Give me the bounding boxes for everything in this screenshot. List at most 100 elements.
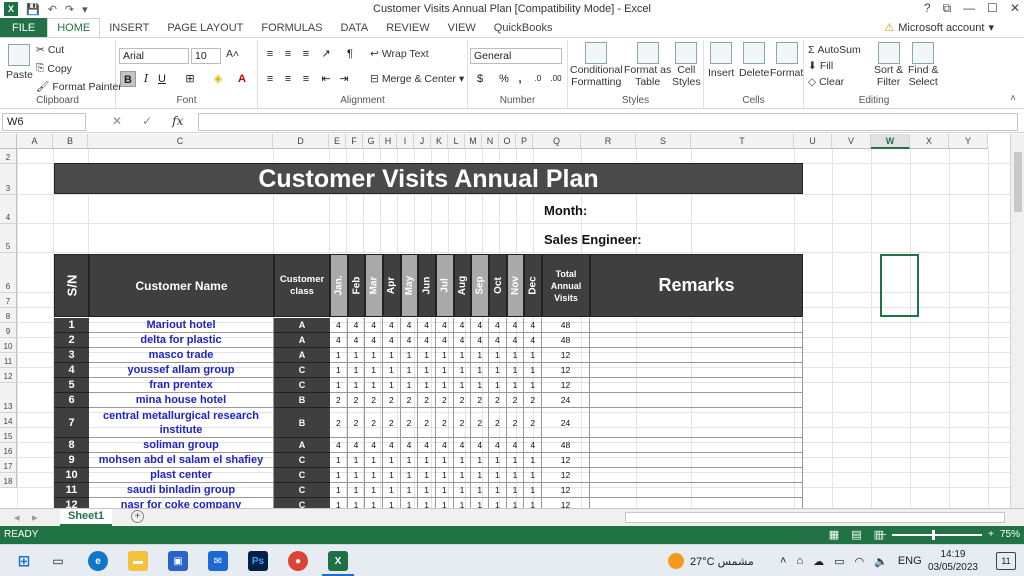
fill-color-icon[interactable]: ◈ (210, 71, 226, 87)
row-sn[interactable]: 3 (54, 348, 89, 363)
row-remarks[interactable] (590, 378, 803, 393)
row-remarks[interactable] (590, 483, 803, 498)
row-month-visits[interactable]: 4 (418, 318, 436, 333)
row-customer-class[interactable]: B (274, 408, 330, 438)
row-customer-name[interactable]: nasr for coke company (89, 498, 274, 508)
cloud-icon[interactable]: ☁ (813, 555, 824, 568)
tab-quickbooks[interactable]: QuickBooks (485, 18, 562, 37)
row-customer-class[interactable]: C (274, 453, 330, 468)
row-month-visits[interactable]: 2 (453, 393, 472, 408)
row-month-visits[interactable]: 1 (383, 498, 401, 508)
row-month-visits[interactable]: 2 (436, 393, 454, 408)
undo-icon[interactable]: ↶ (48, 3, 57, 16)
column-header-o[interactable]: O (499, 134, 516, 149)
clock[interactable]: 14:19 03/05/2023 (928, 548, 978, 574)
column-header-q[interactable]: Q (533, 134, 581, 149)
column-header-n[interactable]: N (482, 134, 499, 149)
grow-font-button[interactable]: A˄ (226, 48, 239, 60)
row-header-4[interactable]: 4 (0, 195, 17, 224)
row-month-visits[interactable]: 1 (418, 453, 436, 468)
row-month-visits[interactable]: 1 (506, 378, 525, 393)
row-month-visits[interactable]: 2 (347, 393, 366, 408)
row-header-12[interactable]: 12 (0, 368, 17, 383)
column-header-s[interactable]: S (636, 134, 691, 149)
scroll-thumb[interactable] (1014, 152, 1022, 212)
scroll-right-icon[interactable]: ▸ (32, 511, 38, 524)
row-month-visits[interactable]: 4 (365, 333, 383, 348)
row-month-visits[interactable]: 2 (330, 393, 348, 408)
row-month-visits[interactable]: 1 (347, 468, 366, 483)
row-customer-class[interactable]: C (274, 498, 330, 508)
column-header-f[interactable]: F (346, 134, 363, 149)
format-as-table-button[interactable]: Format as Table (624, 42, 671, 88)
row-month-visits[interactable]: 4 (453, 333, 472, 348)
row-month-visits[interactable]: 2 (347, 408, 366, 438)
increase-indent-icon[interactable]: ⇥ (336, 71, 352, 87)
borders-icon[interactable]: ⊞ (182, 71, 198, 87)
row-month-visits[interactable]: 1 (489, 378, 507, 393)
autosum-button[interactable]: Σ AutoSum (808, 44, 861, 56)
file-explorer-icon[interactable]: ▬ (128, 551, 148, 571)
row-month-visits[interactable]: 4 (524, 438, 543, 453)
zoom-out-icon[interactable]: — (876, 529, 886, 540)
column-header-d[interactable]: D (273, 134, 329, 149)
vertical-scrollbar[interactable] (1010, 134, 1024, 508)
account-menu[interactable]: ⚠ Microsoft account ▾ (884, 21, 994, 35)
row-month-visits[interactable]: 2 (365, 408, 383, 438)
network-icon[interactable]: ⌂ (796, 555, 803, 567)
row-month-visits[interactable]: 1 (330, 483, 348, 498)
row-sn[interactable]: 10 (54, 468, 89, 483)
row-month-visits[interactable]: 4 (347, 333, 366, 348)
row-month-visits[interactable]: 1 (383, 378, 401, 393)
row-month-visits[interactable]: 1 (524, 348, 543, 363)
align-right-icon[interactable]: ≡ (298, 71, 314, 87)
zoom-slider[interactable] (892, 529, 983, 540)
row-total-visits[interactable]: 12 (542, 378, 590, 393)
column-header-c[interactable]: C (88, 134, 273, 149)
row-month-visits[interactable]: 4 (330, 333, 348, 348)
row-month-visits[interactable]: 2 (524, 408, 543, 438)
row-customer-name[interactable]: mina house hotel (89, 393, 274, 408)
row-total-visits[interactable]: 12 (542, 453, 590, 468)
row-month-visits[interactable]: 1 (506, 453, 525, 468)
tab-insert[interactable]: INSERT (100, 18, 158, 37)
row-month-visits[interactable]: 1 (453, 348, 472, 363)
row-month-visits[interactable]: 1 (489, 363, 507, 378)
row-month-visits[interactable]: 4 (489, 333, 507, 348)
row-header-11[interactable]: 11 (0, 353, 17, 368)
ribbon-display-icon[interactable]: ⧉ (943, 1, 952, 16)
insert-cells-button[interactable]: Insert (708, 42, 734, 79)
row-total-visits[interactable]: 12 (542, 483, 590, 498)
row-month-visits[interactable]: 2 (418, 408, 436, 438)
row-month-visits[interactable]: 1 (383, 453, 401, 468)
find-select-button[interactable]: Find & Select (908, 42, 938, 88)
row-sn[interactable]: 6 (54, 393, 89, 408)
tab-file[interactable]: FILE (0, 18, 48, 37)
column-header-i[interactable]: I (397, 134, 414, 149)
row-month-visits[interactable]: 2 (453, 408, 472, 438)
row-total-visits[interactable]: 12 (542, 468, 590, 483)
row-month-visits[interactable]: 1 (489, 498, 507, 508)
row-total-visits[interactable]: 12 (542, 363, 590, 378)
row-sn[interactable]: 7 (54, 408, 89, 438)
row-header-3[interactable]: 3 (0, 164, 17, 195)
column-header-t[interactable]: T (691, 134, 794, 149)
zoom-in-icon[interactable]: + (988, 529, 994, 540)
task-view-icon[interactable]: ▭ (48, 551, 68, 571)
row-month-visits[interactable]: 1 (436, 483, 454, 498)
row-month-visits[interactable]: 4 (347, 318, 366, 333)
row-month-visits[interactable]: 2 (489, 393, 507, 408)
row-month-visits[interactable]: 4 (506, 318, 525, 333)
maximize-icon[interactable]: ☐ (987, 1, 998, 16)
row-month-visits[interactable]: 1 (365, 378, 383, 393)
row-month-visits[interactable]: 4 (330, 318, 348, 333)
chrome-icon[interactable]: ● (288, 551, 308, 571)
row-month-visits[interactable]: 1 (365, 498, 383, 508)
row-header-13[interactable]: 13 (0, 383, 17, 413)
row-customer-name[interactable]: Mariout hotel (89, 318, 274, 333)
redo-icon[interactable]: ↷ (65, 3, 74, 16)
tab-review[interactable]: REVIEW (377, 18, 438, 37)
tab-page-layout[interactable]: PAGE LAYOUT (158, 18, 252, 37)
row-month-visits[interactable]: 4 (524, 318, 543, 333)
row-header-15[interactable]: 15 (0, 428, 17, 443)
